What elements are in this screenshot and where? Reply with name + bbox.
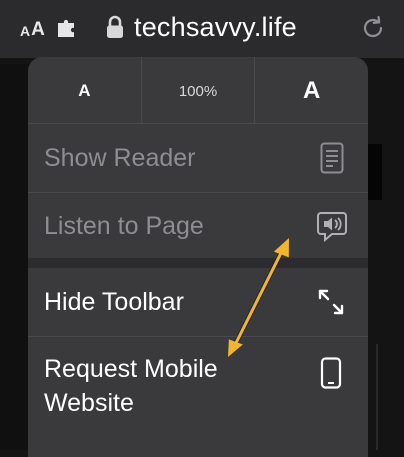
puzzle-piece-icon[interactable] [56,18,78,40]
decrease-text-size-button[interactable]: A [28,57,141,123]
menu-item-label: Request Mobile Website [44,355,218,417]
aa-large-letter: A [31,19,45,40]
url-field[interactable]: techsavvy.life [134,10,297,44]
page-menu-popover: A 100% A Show Reader Listen to Page Hide… [28,57,368,457]
page-shade-right [364,64,404,450]
increase-text-size-label: A [303,77,321,104]
mobile-phone-icon [320,357,342,389]
reload-icon[interactable] [362,14,386,40]
zoom-row: A 100% A [28,57,368,123]
menu-item-label: Listen to Page [44,212,204,240]
expand-arrows-icon [318,289,344,315]
address-bar: A A techsavvy.life [0,0,404,58]
decrease-text-size-label: A [78,81,91,100]
menu-item-request-mobile-website[interactable]: Request Mobile Website [28,336,368,435]
menu-item-hide-toolbar[interactable]: Hide Toolbar [28,268,368,335]
aa-small-letter: A [20,23,31,39]
reader-icon [320,142,344,174]
menu-item-show-reader[interactable]: Show Reader [28,123,368,192]
menu-item-label: Show Reader [44,144,196,172]
zoom-level-label: 100% [178,82,218,100]
lock-icon [107,15,123,38]
menu-group-separator [28,258,368,268]
page-edge-line [376,344,378,450]
text-size-button[interactable]: A A [20,14,45,44]
page-dark-block [368,144,382,200]
zoom-level-button[interactable]: 100% [140,57,255,123]
menu-item-label: Hide Toolbar [44,288,184,316]
increase-text-size-button[interactable]: A [254,57,368,123]
menu-item-listen-to-page[interactable]: Listen to Page [28,192,368,259]
speaker-bubble-icon [317,212,347,243]
